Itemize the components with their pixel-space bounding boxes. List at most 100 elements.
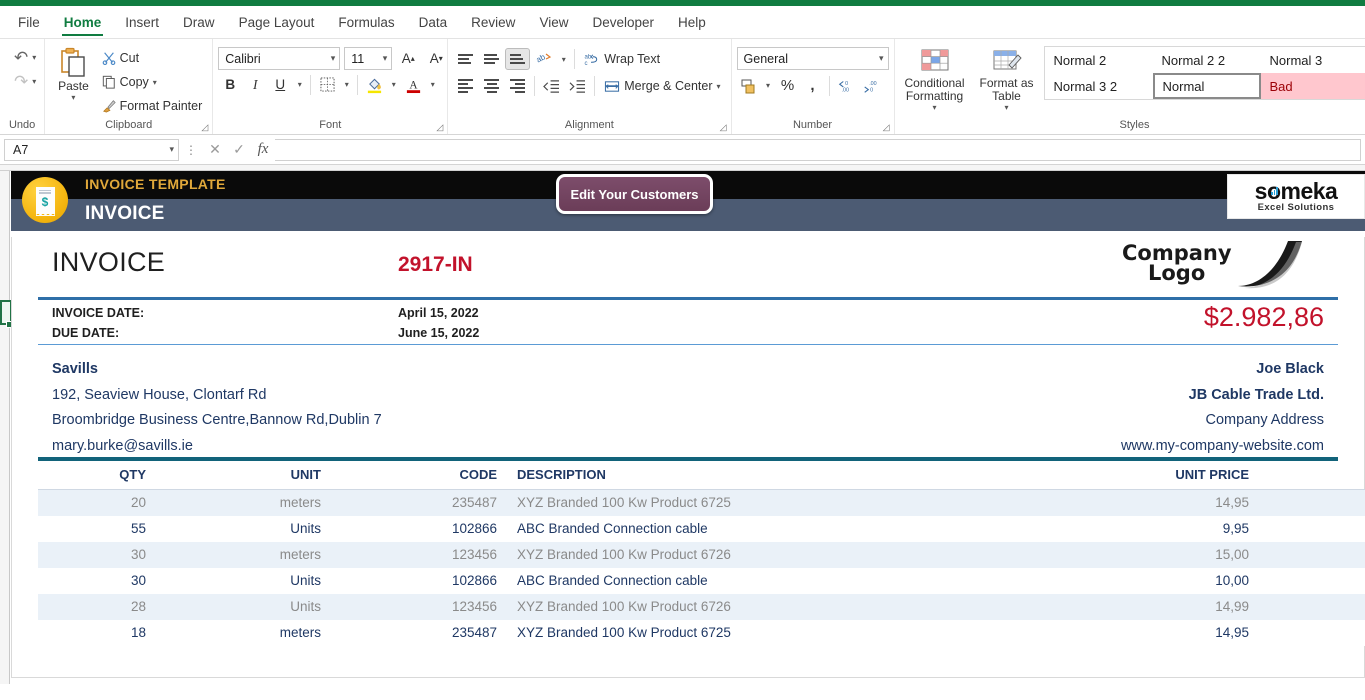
cell-total[interactable]: 547,25 (1259, 516, 1365, 542)
style-cell-normal[interactable]: Normal (1153, 73, 1261, 99)
cell-code[interactable]: 102866 (331, 568, 507, 594)
bill-to-line-1[interactable]: 192, Seaview House, Clontarf Rd (52, 383, 382, 409)
cell-qty[interactable]: 20 (38, 490, 156, 516)
font-color-chevron[interactable]: ▾ (426, 73, 439, 96)
merge-center-button[interactable]: Merge & Center ▾ (599, 74, 725, 98)
conditional-formatting-button[interactable]: Conditional Formatting ▾ (900, 46, 970, 112)
ribbon-tab-file[interactable]: File (6, 6, 52, 38)
style-cell-bad[interactable]: Bad (1261, 73, 1365, 99)
bill-from-name[interactable]: Joe Black (1121, 357, 1324, 383)
cell-qty[interactable]: 55 (38, 516, 156, 542)
cell-total[interactable]: 299,00 (1259, 490, 1365, 516)
font-dialog-launcher[interactable]: ◿ (436, 123, 443, 132)
font-size-select[interactable]: 11 ▾ (344, 47, 392, 70)
ribbon-tab-home[interactable]: Home (52, 6, 114, 38)
name-box[interactable]: A7 ▾ (4, 139, 179, 161)
table-row[interactable]: 30 Units 102866 ABC Branded Connection c… (38, 568, 1365, 594)
formula-input[interactable] (275, 139, 1361, 161)
row-headers[interactable] (0, 171, 10, 684)
increase-indent-button[interactable] (565, 75, 590, 97)
bill-from-company[interactable]: JB Cable Trade Ltd. (1121, 383, 1324, 409)
ribbon-tab-help[interactable]: Help (666, 6, 718, 38)
confirm-entry-icon[interactable]: ✓ (227, 139, 251, 161)
cell-total[interactable]: 300,00 (1259, 568, 1365, 594)
font-color-button[interactable]: A (401, 73, 425, 96)
cell-unit-price[interactable]: 14,95 (959, 490, 1259, 516)
table-row[interactable]: 30 meters 123456 XYZ Branded 100 Kw Prod… (38, 542, 1365, 568)
cell-unit[interactable]: Units (156, 516, 331, 542)
number-dialog-launcher[interactable]: ◿ (883, 123, 890, 132)
cell-unit[interactable]: meters (156, 490, 331, 516)
wrap-text-button[interactable]: ab c Wrap Text (579, 47, 665, 71)
bill-from-website[interactable]: www.my-company-website.com (1121, 434, 1324, 460)
cell-unit[interactable]: meters (156, 542, 331, 568)
accounting-chevron[interactable]: ▾ (762, 74, 775, 97)
cell-description[interactable]: XYZ Branded 100 Kw Product 6726 (507, 542, 959, 568)
column-header-unit[interactable]: UNIT (156, 461, 331, 490)
cell-qty[interactable]: 30 (38, 568, 156, 594)
cell-description[interactable]: ABC Branded Connection cable (507, 516, 959, 542)
cell-description[interactable]: XYZ Branded 100 Kw Product 6725 (507, 620, 959, 646)
cell-styles-gallery[interactable]: Normal 2 Normal 2 2 Normal 3 Normal 3 2 … (1044, 46, 1365, 100)
column-header-code[interactable]: CODE (331, 461, 507, 490)
cell-total[interactable]: 450,00 (1259, 542, 1365, 568)
cell-total[interactable]: 269,10 (1259, 620, 1365, 646)
comma-style-button[interactable]: , (801, 74, 825, 97)
ribbon-tab-page-layout[interactable]: Page Layout (227, 6, 327, 38)
format-painter-button[interactable]: Format Painter (97, 94, 208, 118)
orientation-button[interactable]: ab (531, 48, 556, 70)
column-header-unit-price[interactable]: UNIT PRICE (959, 461, 1259, 490)
cell-qty[interactable]: 28 (38, 594, 156, 620)
bold-button[interactable]: B (218, 73, 242, 96)
align-left-button[interactable] (453, 75, 478, 97)
formula-bar-options-icon[interactable]: ⋮ (179, 143, 203, 157)
align-center-button[interactable] (479, 75, 504, 97)
format-as-table-button[interactable]: Format as Table ▾ (976, 46, 1038, 112)
ribbon-tab-formulas[interactable]: Formulas (326, 6, 406, 38)
align-bottom-button[interactable] (505, 48, 530, 70)
cell-code[interactable]: 235487 (331, 490, 507, 516)
cell-unit[interactable]: Units (156, 568, 331, 594)
cell-unit-price[interactable]: 9,95 (959, 516, 1259, 542)
underline-button[interactable]: U (268, 73, 292, 96)
style-cell-normal-2[interactable]: Normal 2 (1045, 47, 1153, 73)
decrease-font-size-button[interactable]: A▾ (424, 47, 448, 70)
copy-button[interactable]: Copy ▾ (97, 70, 208, 94)
cell-unit-price[interactable]: 14,99 (959, 594, 1259, 620)
cell-description[interactable]: XYZ Branded 100 Kw Product 6725 (507, 490, 959, 516)
cell-code[interactable]: 235487 (331, 620, 507, 646)
ribbon-tab-review[interactable]: Review (459, 6, 527, 38)
cell-unit-price[interactable]: 10,00 (959, 568, 1259, 594)
cell-qty[interactable]: 30 (38, 542, 156, 568)
italic-button[interactable]: I (243, 73, 267, 96)
edit-your-customers-button[interactable]: Edit Your Customers (556, 174, 713, 214)
ribbon-tab-developer[interactable]: Developer (580, 6, 666, 38)
cell-description[interactable]: ABC Branded Connection cable (507, 568, 959, 594)
align-right-button[interactable] (505, 75, 530, 97)
invoice-date-value[interactable]: April 15, 2022 (398, 306, 479, 320)
align-middle-button[interactable] (479, 48, 504, 70)
column-header-qty[interactable]: QTY (38, 461, 156, 490)
ribbon-tab-data[interactable]: Data (407, 6, 460, 38)
invoice-number[interactable]: 2917-IN (398, 253, 473, 277)
increase-font-size-button[interactable]: A▴ (396, 47, 420, 70)
ribbon-tab-insert[interactable]: Insert (113, 6, 171, 38)
clipboard-dialog-launcher[interactable]: ◿ (201, 123, 208, 132)
due-date-value[interactable]: June 15, 2022 (398, 326, 479, 340)
font-name-select[interactable]: Calibri ▾ (218, 47, 340, 70)
cell-qty[interactable]: 18 (38, 620, 156, 646)
cell-total[interactable]: 419,72 (1259, 594, 1365, 620)
increase-decimal-button[interactable]: 0 .00 (834, 74, 858, 97)
decrease-decimal-button[interactable]: .00 0 (859, 74, 883, 97)
table-row[interactable]: 28 Units 123456 XYZ Branded 100 Kw Produ… (38, 594, 1365, 620)
table-row[interactable]: 55 Units 102866 ABC Branded Connection c… (38, 516, 1365, 542)
undo-button[interactable]: ↶ ▾ (11, 45, 39, 69)
cell-unit[interactable]: Units (156, 594, 331, 620)
underline-chevron[interactable]: ▾ (293, 73, 306, 96)
decrease-indent-button[interactable] (539, 75, 564, 97)
cell-code[interactable]: 123456 (331, 542, 507, 568)
bill-from-address[interactable]: Company Address (1121, 408, 1324, 434)
cell-unit[interactable]: meters (156, 620, 331, 646)
style-cell-normal-2-2[interactable]: Normal 2 2 (1153, 47, 1261, 73)
accounting-format-button[interactable] (737, 74, 761, 97)
